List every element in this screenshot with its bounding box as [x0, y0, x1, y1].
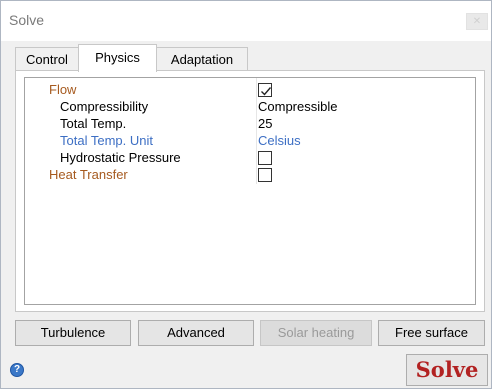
hydrostatic-pressure-checkbox[interactable] [258, 151, 272, 165]
help-icon[interactable]: ? [10, 363, 24, 377]
property-name: Hydrostatic Pressure [60, 150, 181, 165]
check-icon [261, 87, 272, 96]
solar-heating-button[interactable]: Solar heating [260, 320, 372, 346]
tab-adaptation[interactable]: Adaptation [156, 47, 248, 71]
property-value [258, 82, 473, 98]
advanced-button[interactable]: Advanced [138, 320, 254, 346]
property-value[interactable]: 25 [258, 116, 473, 132]
property-name: Flow [49, 82, 77, 97]
property-name: Compressibility [60, 99, 149, 114]
flow-checkbox[interactable] [258, 83, 272, 97]
close-button[interactable]: ✕ [466, 13, 488, 30]
tab-control[interactable]: Control [15, 47, 79, 71]
property-grid: Flow Compressibility Compressible Total … [24, 77, 476, 305]
tab-strip: Control Physics Adaptation [15, 44, 485, 72]
property-value[interactable]: Celsius [258, 133, 473, 149]
status-bar: ? Solve [1, 352, 491, 388]
property-row-heat-transfer[interactable]: Heat Transfer [25, 167, 475, 183]
free-surface-button[interactable]: Free surface [378, 320, 485, 346]
property-row-hydrostatic-pressure[interactable]: Hydrostatic Pressure [25, 150, 475, 166]
title-bar[interactable]: Solve ✕ [1, 1, 491, 41]
tab-physics[interactable]: Physics [78, 44, 157, 72]
turbulence-button[interactable]: Turbulence [15, 320, 131, 346]
property-name: Total Temp. Unit [60, 133, 153, 148]
close-icon: ✕ [472, 16, 482, 27]
physics-panel: Flow Compressibility Compressible Total … [15, 70, 485, 312]
property-name: Total Temp. [60, 116, 127, 131]
property-value [258, 167, 473, 183]
property-name: Heat Transfer [49, 167, 128, 182]
property-value [258, 150, 473, 166]
heat-transfer-checkbox[interactable] [258, 168, 272, 182]
property-row-total-temp[interactable]: Total Temp. 25 [25, 116, 475, 132]
property-row-flow[interactable]: Flow [25, 82, 475, 98]
property-row-total-temp-unit[interactable]: Total Temp. Unit Celsius [25, 133, 475, 149]
solve-button[interactable]: Solve [406, 354, 488, 386]
solve-dialog: Solve ✕ Control Physics Adaptation Flow [0, 0, 492, 389]
window-title: Solve [9, 12, 45, 28]
property-value[interactable]: Compressible [258, 99, 473, 115]
property-row-compressibility[interactable]: Compressibility Compressible [25, 99, 475, 115]
